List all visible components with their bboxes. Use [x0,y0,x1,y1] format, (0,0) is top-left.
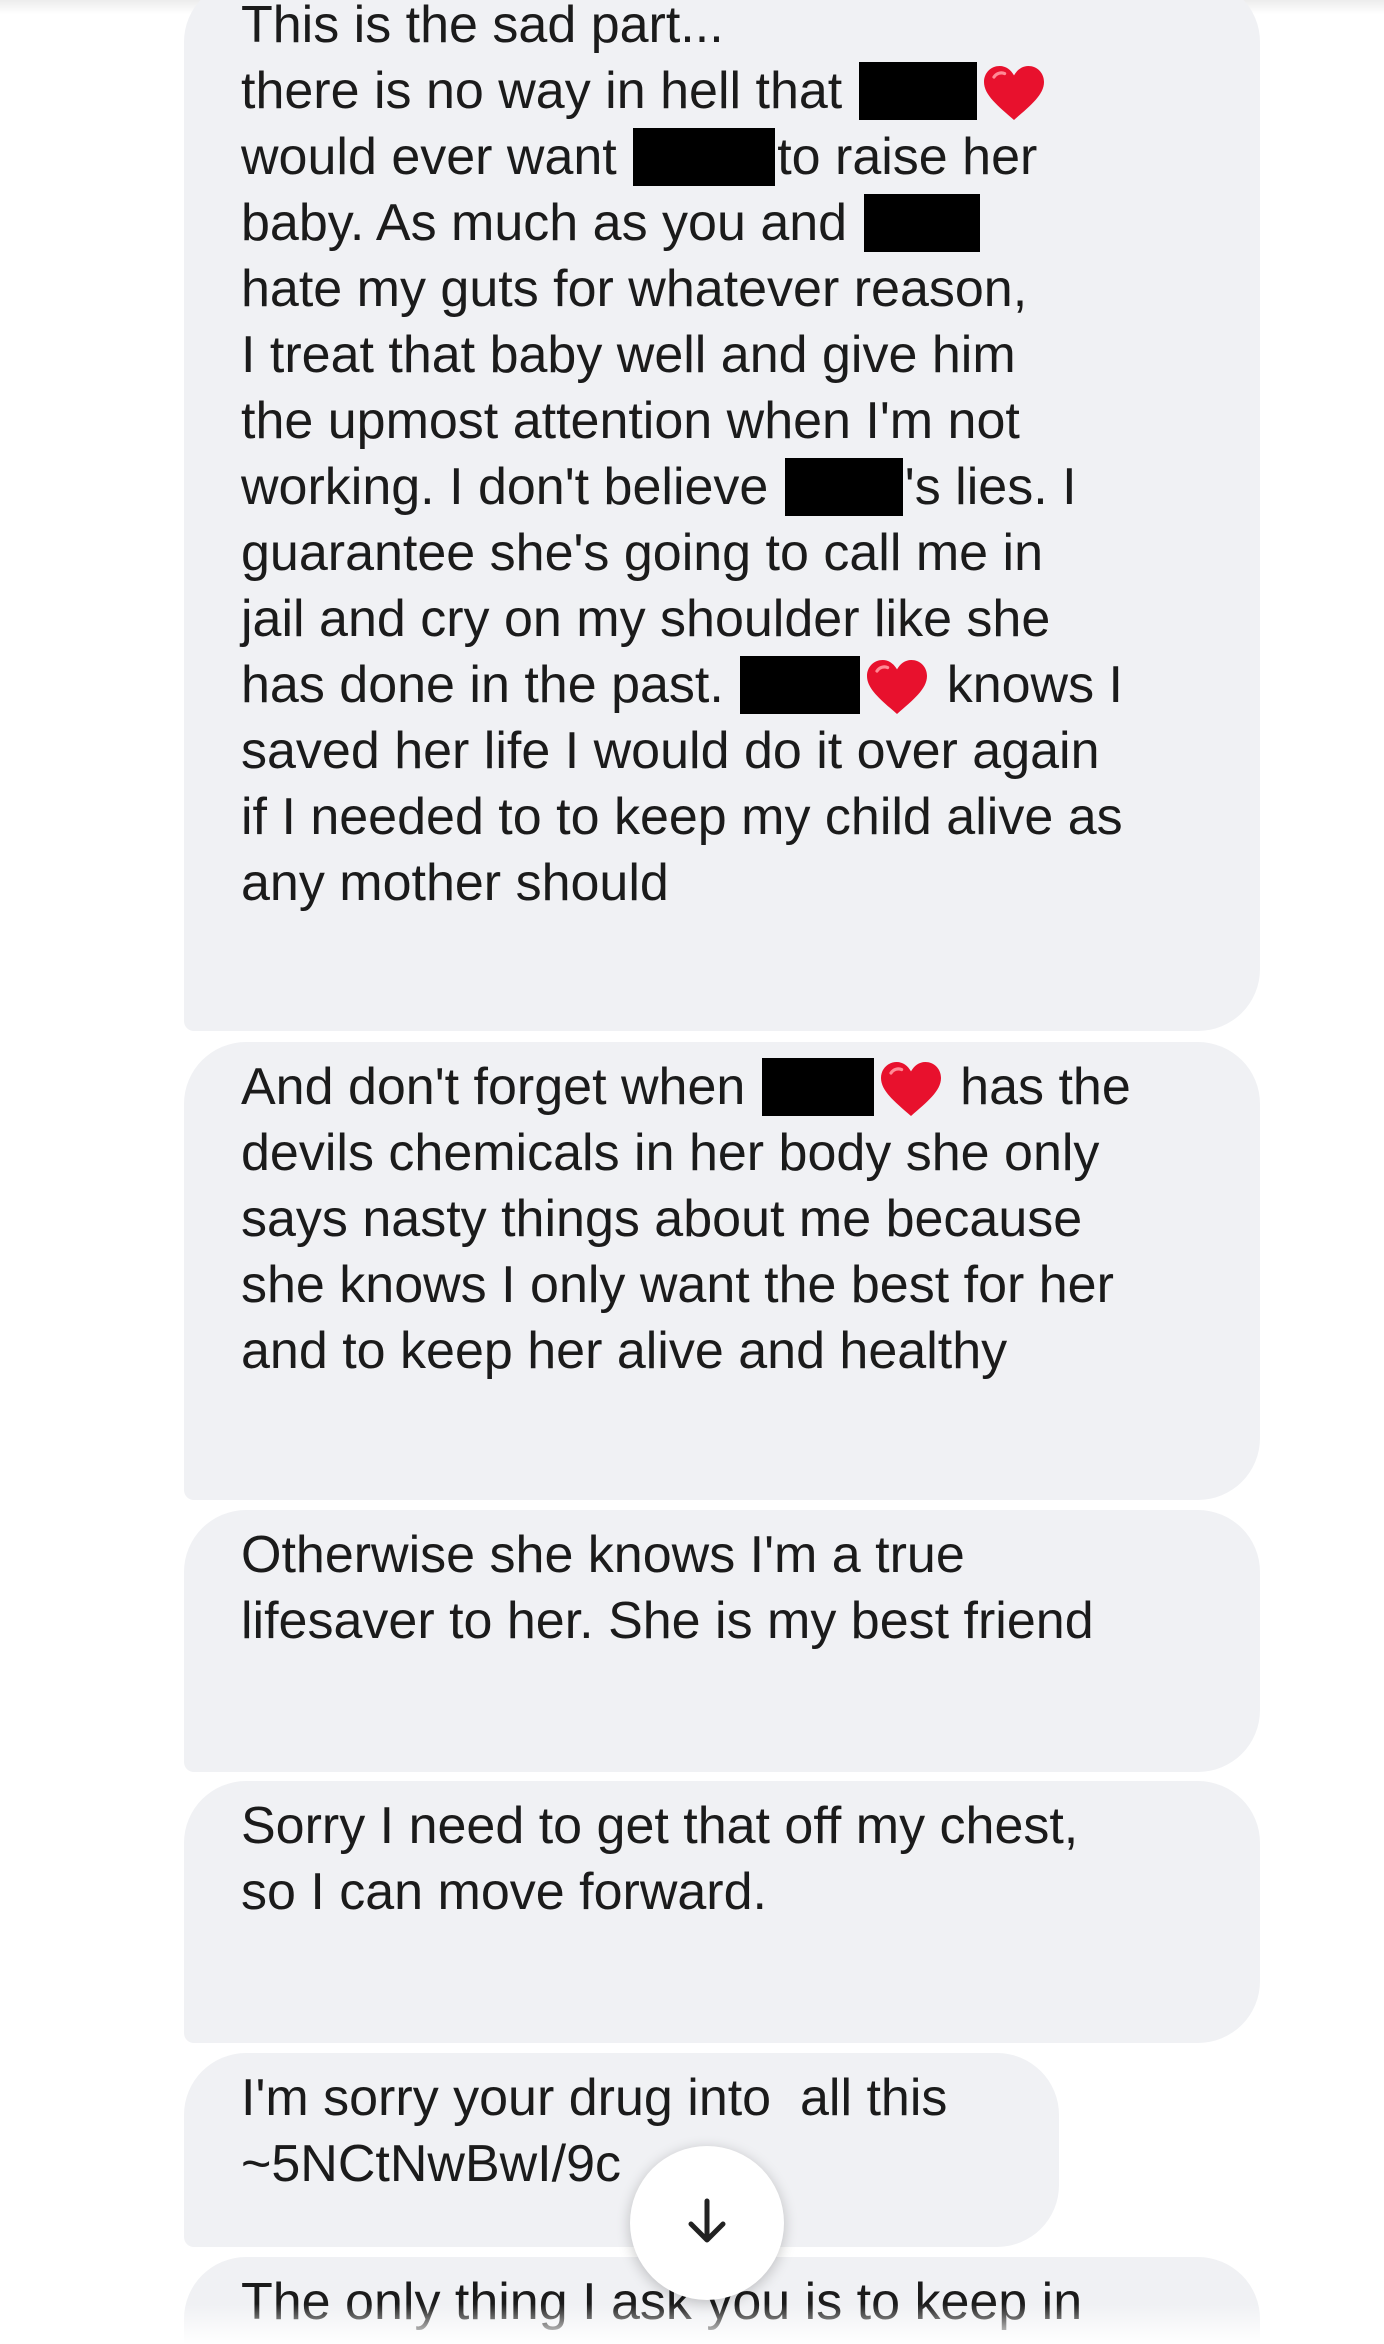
message-line: so I can move forward. [241,1859,1190,1925]
message-bubble[interactable]: This is the sad part... there is no way i… [184,0,1260,1031]
message-text: would ever want [241,128,632,186]
message-text: Sorry I need to get that off my chest, [241,1797,1079,1855]
message-line: devils chemicals in her body she only [241,1120,1190,1186]
message-text: baby. As much as you and [241,194,862,252]
message-text: any mother should [241,854,669,912]
message-text: knows I [932,656,1123,714]
message-text: says nasty things about me because [241,1190,1083,1248]
message-text: has the [945,1058,1131,1116]
message-line: has done in the past. knows I [241,652,1190,718]
message-text: there is no way in hell that [241,62,857,120]
message-line: baby. As much as you and [241,190,1190,256]
message-line: I treat that baby well and give him [241,322,1190,388]
message-text: so I can move forward. [241,1863,767,1921]
redaction-box [761,1058,874,1116]
message-bubble[interactable]: I'm sorry your drug into all this ~5NCtNw… [184,2053,1059,2247]
message-bubble[interactable]: Sorry I need to get that off my chest, so… [184,1781,1260,2043]
message-line: And don't forget when has the [241,1054,1190,1120]
message-text: saved her life I would do it over again [241,722,1100,780]
message-line: and to keep her alive and healthy [241,1318,1190,1384]
message-bubble[interactable]: And don't forget when has the devils chem… [184,1042,1260,1500]
message-line: hate my guts for whatever reason, [241,256,1190,322]
arrow-down-icon [677,2191,737,2256]
message-text: ~5NCtNwBwI/9c [241,2135,621,2193]
redaction-box [863,194,980,252]
message-bubble[interactable]: Otherwise she knows I'm a true lifesaver … [184,1510,1260,1772]
redaction-box [858,62,977,120]
message-text: And don't forget when [241,1058,760,1116]
message-line: any mother should [241,850,1190,916]
message-line: Otherwise she knows I'm a true [241,1522,1190,1588]
redaction-box [633,128,776,186]
message-line: This is the sad part... [241,0,1190,58]
message-text: lifesaver to her. She is my best friend [241,1592,1094,1650]
message-text: devils chemicals in her body she only [241,1124,1100,1182]
message-text: and to keep her alive and healthy [241,1322,1008,1380]
message-text: guarantee she's going to call me in [241,524,1043,582]
message-line: I'm sorry your drug into all this [241,2065,989,2131]
message-line: working. I don't believe 's lies. I [241,454,1190,520]
scroll-to-bottom-button[interactable] [630,2146,784,2300]
bottom-fade [0,2304,1384,2344]
message-line: if I needed to to keep my child alive as [241,784,1190,850]
message-line: would ever want to raise her [241,124,1190,190]
message-line: guarantee she's going to call me in [241,520,1190,586]
message-line: there is no way in hell that [241,58,1190,124]
message-text: if I needed to to keep my child alive as [241,788,1123,846]
redaction-box [784,458,903,516]
message-text: to raise her [777,128,1038,186]
message-text: jail and cry on my shoulder like she [241,590,1051,648]
message-text: 's lies. I [904,458,1077,516]
message-text: This is the sad part... [241,0,724,54]
message-line: says nasty things about me because [241,1186,1190,1252]
message-text: I'm sorry your drug into all this [241,2069,948,2127]
heart-emoji-icon [981,64,1047,122]
message-line: lifesaver to her. She is my best friend [241,1588,1190,1654]
message-line: saved her life I would do it over again [241,718,1190,784]
message-line: ~5NCtNwBwI/9c [241,2131,989,2197]
chat-screen: This is the sad part... there is no way i… [0,0,1384,2344]
message-line: jail and cry on my shoulder like she [241,586,1190,652]
heart-emoji-icon [864,658,930,716]
redaction-box [740,656,861,714]
message-text: she knows I only want the best for her [241,1256,1114,1314]
message-text: hate my guts for whatever reason, [241,260,1028,318]
message-text: I treat that baby well and give him [241,326,1016,384]
message-text: has done in the past. [241,656,739,714]
message-text: the upmost attention when I'm not [241,392,1020,450]
message-text: working. I don't believe [241,458,783,516]
heart-emoji-icon [878,1060,944,1118]
message-line: Sorry I need to get that off my chest, [241,1793,1190,1859]
message-line: she knows I only want the best for her [241,1252,1190,1318]
message-text: Otherwise she knows I'm a true [241,1526,965,1584]
message-line: the upmost attention when I'm not [241,388,1190,454]
